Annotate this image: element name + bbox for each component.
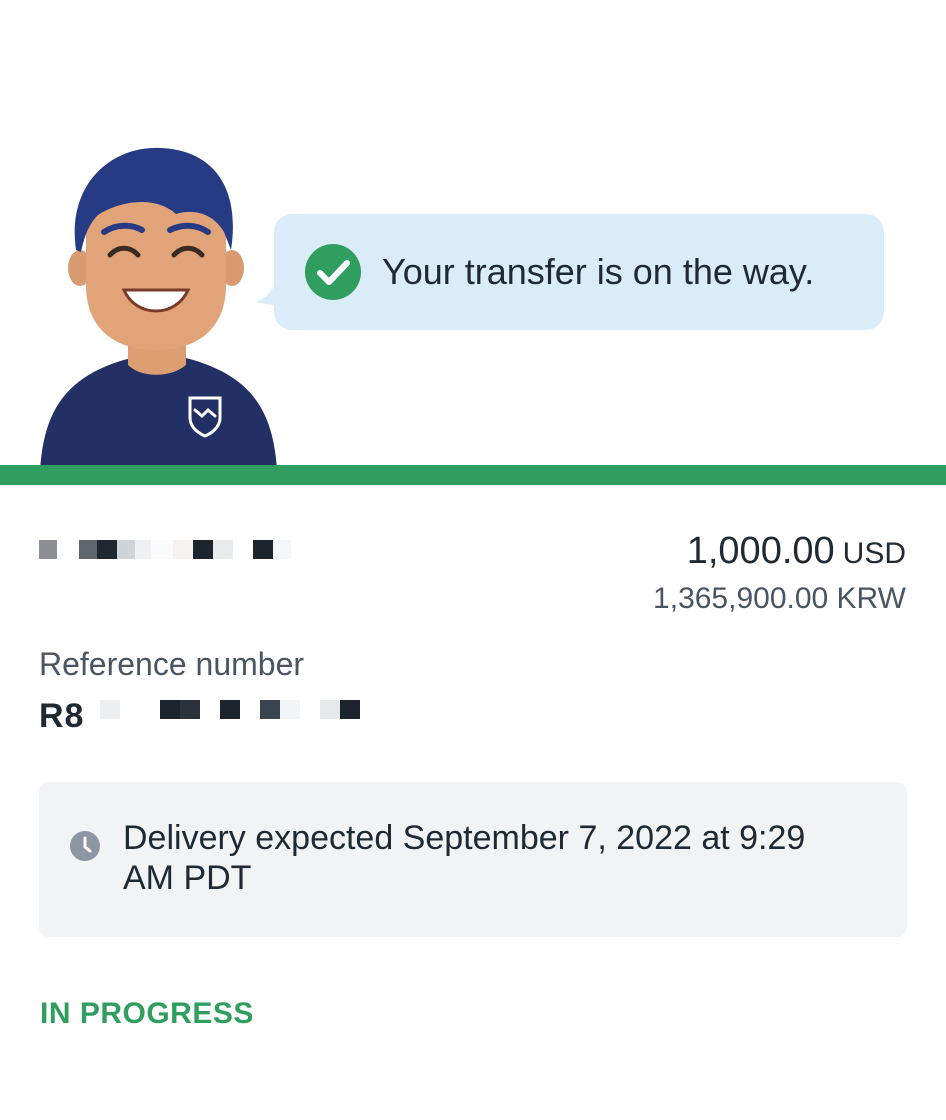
transfer-status-message: Your transfer is on the way. [382,251,815,292]
transfer-status-label: IN PROGRESS [40,997,254,1030]
reference-number-redacted [100,700,360,719]
reference-number-label: Reference number [39,646,305,682]
recipient-name-redacted [39,540,291,559]
delivery-estimate-card: Delivery expected September 7, 2022 at 9… [39,782,907,937]
reference-number-prefix: R8 [39,697,85,735]
progress-divider [0,465,946,485]
sent-amount-value: 1,000.00 [686,530,835,572]
confirmation-hero: Your transfer is on the way. [0,0,946,490]
received-amount: 1,365,900.00 KRW [653,582,906,615]
check-circle-icon [305,244,361,300]
clock-icon [70,831,100,861]
delivery-estimate-text: Delivery expected September 7, 2022 at 9… [123,819,806,897]
sent-amount: 1,000.00 USD [687,530,906,573]
support-agent-avatar [40,147,277,470]
sent-amount-currency: USD [842,537,906,570]
